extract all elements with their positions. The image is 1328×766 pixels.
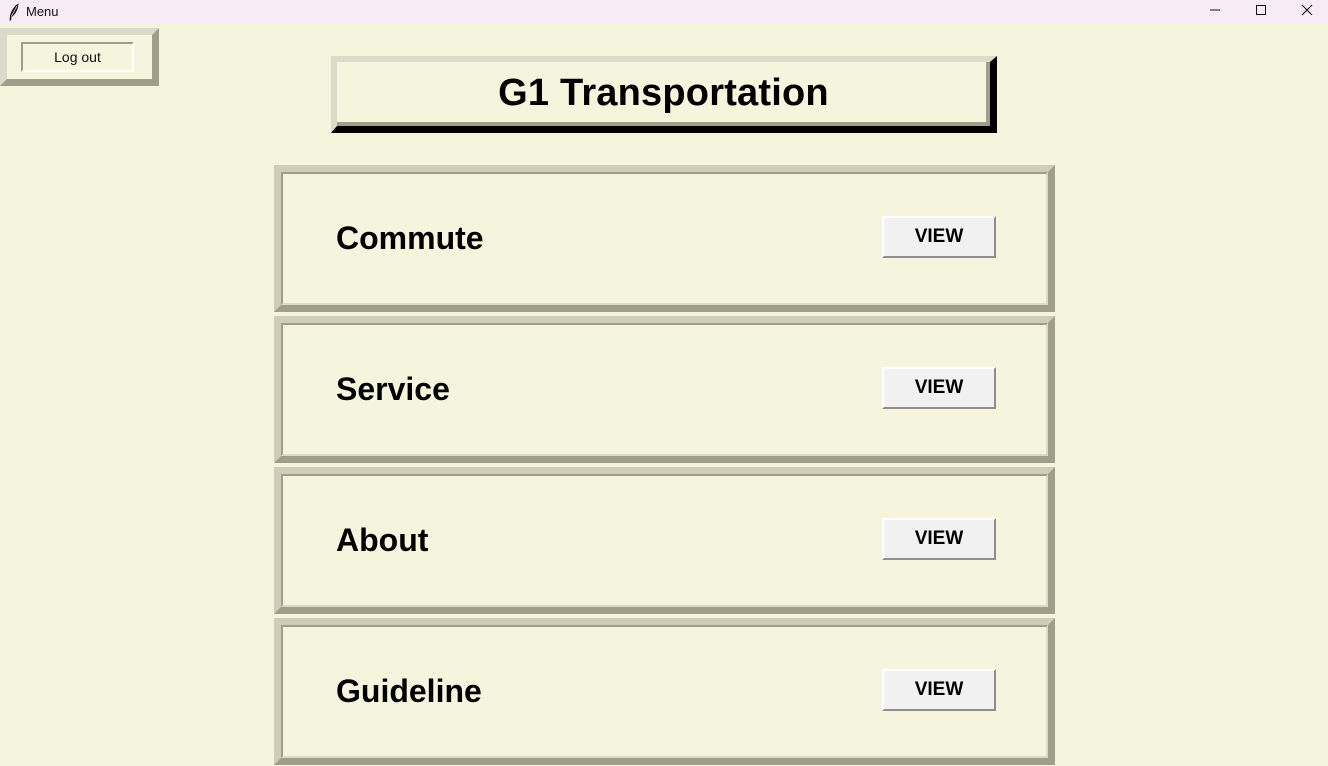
- section-card-about: About VIEW: [274, 467, 1055, 614]
- view-about-button[interactable]: VIEW: [882, 518, 996, 560]
- close-icon: [1301, 3, 1313, 21]
- window-titlebar[interactable]: Menu: [0, 0, 1328, 24]
- title-banner: G1 Transportation: [331, 56, 997, 133]
- section-label-service: Service: [336, 371, 450, 407]
- view-commute-button[interactable]: VIEW: [882, 216, 996, 258]
- view-service-button[interactable]: VIEW: [882, 367, 996, 409]
- main-window: Log out G1 Transportation Commute VIEW S…: [0, 24, 1328, 766]
- section-card-service: Service VIEW: [274, 316, 1055, 463]
- minimize-icon: [1209, 3, 1221, 21]
- logout-button[interactable]: Log out: [21, 42, 134, 72]
- section-card-commute: Commute VIEW: [274, 165, 1055, 312]
- maximize-button[interactable]: [1238, 0, 1284, 24]
- minimize-button[interactable]: [1192, 0, 1238, 24]
- feather-icon: [8, 3, 20, 21]
- section-label-about: About: [336, 522, 429, 558]
- window-title: Menu: [26, 4, 59, 19]
- page-title: G1 Transportation: [498, 71, 829, 114]
- view-guideline-button[interactable]: VIEW: [882, 669, 996, 711]
- maximize-icon: [1255, 3, 1267, 21]
- section-label-commute: Commute: [336, 220, 484, 256]
- section-card-guideline: Guideline VIEW: [274, 618, 1055, 765]
- close-button[interactable]: [1284, 0, 1328, 24]
- section-label-guideline: Guideline: [336, 673, 482, 709]
- logout-frame: Log out: [0, 28, 159, 86]
